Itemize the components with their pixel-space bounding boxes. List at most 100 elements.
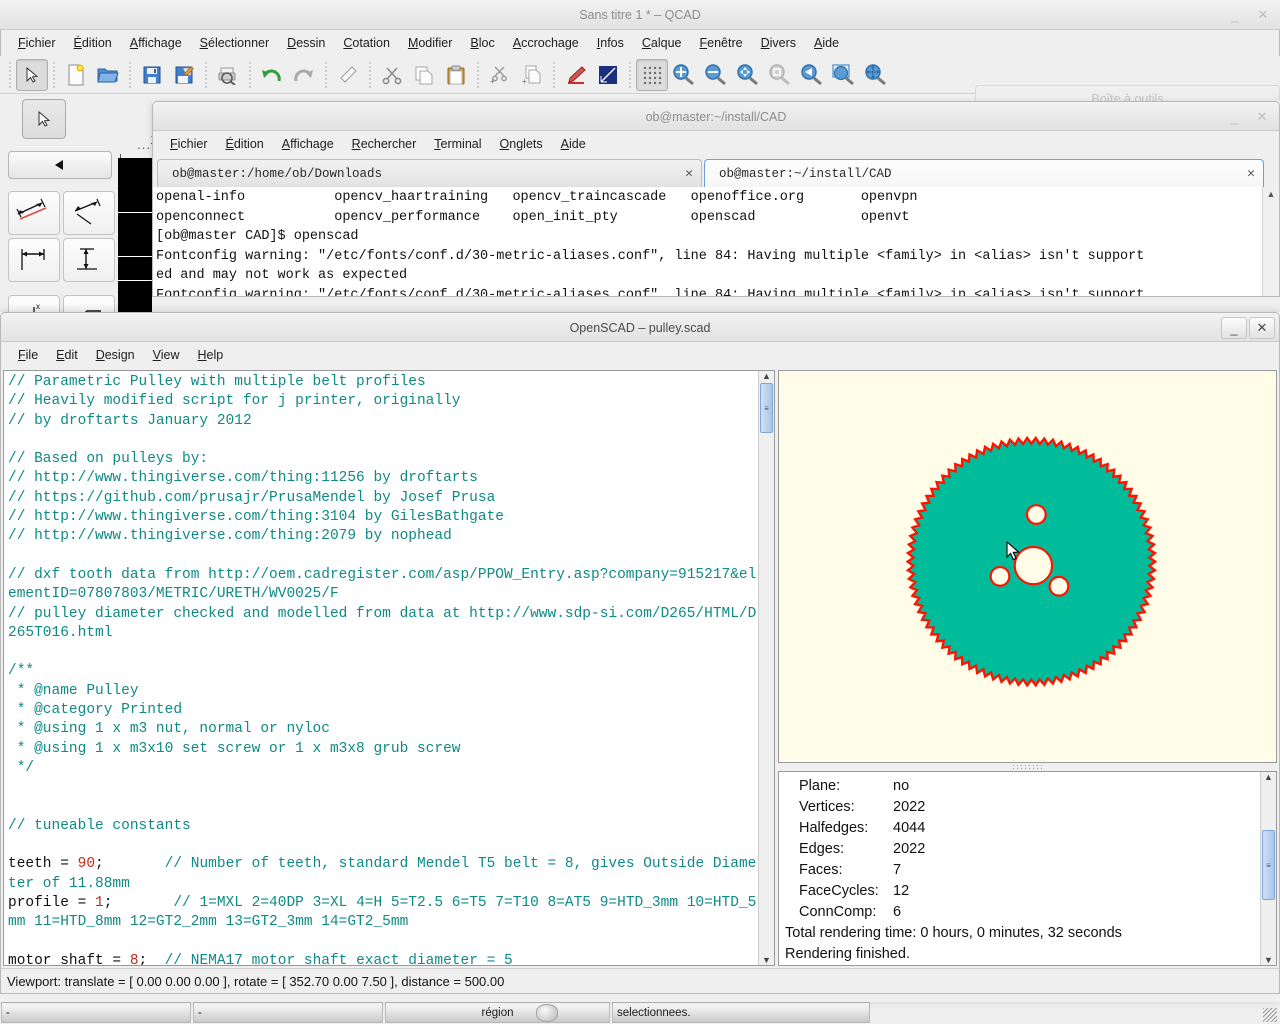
openscad-menu-file[interactable]: File bbox=[9, 345, 47, 365]
qcad-menu-aide[interactable]: Aide bbox=[805, 33, 848, 53]
status-cell-selection: selectionnees. bbox=[612, 1002, 870, 1023]
qcad-menu-cotation[interactable]: Cotation bbox=[334, 33, 399, 53]
editor-scroll-thumb[interactable]: ≡ bbox=[760, 383, 773, 433]
terminal-tab-close-icon[interactable]: ✕ bbox=[1239, 166, 1255, 181]
editor-scroll-down-icon[interactable]: ▼ bbox=[762, 955, 771, 965]
save-icon[interactable] bbox=[136, 59, 168, 91]
qcad-menu-fichier[interactable]: Fichier bbox=[9, 33, 65, 53]
console-stat-row: ConnComp:6 bbox=[785, 902, 1260, 923]
terminal-tab-1[interactable]: ob@master:~/install/CAD ✕ bbox=[704, 159, 1264, 187]
terminal-close-icon[interactable]: ✕ bbox=[1249, 106, 1275, 128]
qcad-menu-calque[interactable]: Calque bbox=[633, 33, 691, 53]
new-file-icon[interactable] bbox=[60, 59, 92, 91]
terminal-menu-onglets[interactable]: Onglets bbox=[491, 134, 552, 154]
copy-with-reference-icon[interactable]: + bbox=[516, 59, 548, 91]
tool-back-button[interactable] bbox=[8, 151, 112, 179]
terminal-tab-label: ob@master:/home/ob/Downloads bbox=[172, 167, 382, 181]
cut-with-reference-icon[interactable]: + bbox=[484, 59, 516, 91]
terminal-tab-0[interactable]: ob@master:/home/ob/Downloads ✕ bbox=[157, 159, 702, 187]
terminal-output: openal-info opencv_haartraining opencv_t… bbox=[153, 187, 1262, 296]
openscad-minimize-icon[interactable]: _ bbox=[1221, 317, 1247, 339]
editor-line: * @using 1 x m3x10 set screw or 1 x m3x8… bbox=[8, 740, 758, 759]
zoom-auto-icon[interactable] bbox=[732, 59, 764, 91]
mdi-menu-icon[interactable]: ... bbox=[137, 137, 151, 152]
openscad-menu-view[interactable]: View bbox=[144, 345, 189, 365]
qcad-menu-divers[interactable]: Divers bbox=[752, 33, 805, 53]
dimension-angular-icon[interactable] bbox=[63, 191, 115, 235]
qcad-menubar: FichierÉditionAffichageSélectionnerDessi… bbox=[0, 30, 1280, 56]
openscad-menu-design[interactable]: Design bbox=[87, 345, 144, 365]
console-scroll-thumb[interactable]: ≡ bbox=[1262, 830, 1275, 900]
terminal-menu-affichage[interactable]: Affichage bbox=[273, 134, 343, 154]
scroll-up-icon[interactable]: ▲ bbox=[1267, 189, 1276, 199]
qcad-close-icon[interactable]: ✕ bbox=[1250, 4, 1276, 26]
terminal-menu-rechercher[interactable]: Rechercher bbox=[343, 134, 426, 154]
qcad-menu-modifier[interactable]: Modifier bbox=[399, 33, 461, 53]
grid-icon[interactable] bbox=[636, 59, 668, 91]
zoom-previous-icon[interactable] bbox=[796, 59, 828, 91]
openscad-editor[interactable]: // Parametric Pulley with multiple belt … bbox=[4, 371, 758, 965]
cut-icon[interactable] bbox=[376, 59, 408, 91]
terminal-menu-fichier[interactable]: Fichier bbox=[161, 134, 217, 154]
openscad-3d-view[interactable] bbox=[778, 370, 1277, 763]
zoom-window-icon[interactable] bbox=[828, 59, 860, 91]
terminal-menu--dition[interactable]: Édition bbox=[217, 134, 273, 154]
console-finished-message: Rendering finished. bbox=[785, 944, 1260, 965]
qcad-menu-accrochage[interactable]: Accrochage bbox=[504, 33, 588, 53]
terminal-menu-aide[interactable]: Aide bbox=[552, 134, 595, 154]
editor-scroll-up-icon[interactable]: ▲ bbox=[762, 371, 771, 381]
view-console-splitter[interactable] bbox=[778, 763, 1277, 771]
terminal-tab-label: ob@master:~/install/CAD bbox=[719, 167, 892, 181]
pulley-satellite-hole-3 bbox=[1050, 577, 1069, 596]
console-total-time: Total rendering time: 0 hours, 0 minutes… bbox=[785, 923, 1260, 944]
terminal-menu-terminal[interactable]: Terminal bbox=[425, 134, 490, 154]
openscad-close-icon[interactable]: ✕ bbox=[1249, 317, 1275, 339]
resize-grip-icon[interactable] bbox=[1263, 1008, 1277, 1022]
measure-icon[interactable] bbox=[592, 59, 624, 91]
undo-icon[interactable] bbox=[256, 59, 288, 91]
qcad-menu-infos[interactable]: Infos bbox=[588, 33, 633, 53]
terminal-scrollbar[interactable]: ▲ bbox=[1262, 187, 1279, 296]
zoom-redraw-icon[interactable] bbox=[764, 59, 796, 91]
openscad-menu-help[interactable]: Help bbox=[189, 345, 233, 365]
editor-scrollbar[interactable]: ▲ ≡ ▼ bbox=[758, 371, 774, 965]
qcad-menu-affichage[interactable]: Affichage bbox=[121, 33, 191, 53]
editor-line: // Parametric Pulley with multiple belt … bbox=[8, 373, 758, 392]
qcad-menu-dessin[interactable]: Dessin bbox=[278, 33, 334, 53]
save-as-icon[interactable] bbox=[168, 59, 200, 91]
redo-icon[interactable] bbox=[288, 59, 320, 91]
console-scrollbar[interactable]: ▲ ≡ ▼ bbox=[1260, 772, 1276, 965]
pen-icon[interactable] bbox=[560, 59, 592, 91]
toolbar-separator bbox=[553, 62, 555, 88]
copy-icon[interactable] bbox=[408, 59, 440, 91]
terminal-tab-close-icon[interactable]: ✕ bbox=[677, 166, 693, 181]
openscad-menu-edit[interactable]: Edit bbox=[47, 345, 87, 365]
qcad-minimize-icon[interactable]: _ bbox=[1222, 4, 1248, 26]
paste-icon[interactable] bbox=[440, 59, 472, 91]
zoom-out-icon[interactable] bbox=[700, 59, 732, 91]
console-stat-key: Edges: bbox=[785, 839, 893, 860]
openscad-status-bar: Viewport: translate = [ 0.00 0.00 0.00 ]… bbox=[0, 968, 1280, 994]
open-folder-icon[interactable] bbox=[92, 59, 124, 91]
select-arrow-icon[interactable] bbox=[16, 59, 48, 91]
qcad-menu-fen-tre[interactable]: Fenêtre bbox=[691, 33, 752, 53]
editor-scroll-track[interactable]: ≡ bbox=[759, 381, 774, 955]
console-scroll-down-icon[interactable]: ▼ bbox=[1264, 955, 1273, 965]
qcad-menu-bloc[interactable]: Bloc bbox=[461, 33, 503, 53]
qcad-menu-s-lectionner[interactable]: Sélectionner bbox=[191, 33, 279, 53]
zoom-pan-icon[interactable] bbox=[860, 59, 892, 91]
terminal-minimize-icon[interactable]: _ bbox=[1221, 106, 1247, 128]
status-cell-1: - bbox=[1, 1002, 191, 1023]
zoom-in-icon[interactable] bbox=[668, 59, 700, 91]
tool-select-arrow-icon[interactable] bbox=[22, 99, 66, 139]
dimension-vertical-icon[interactable] bbox=[63, 238, 115, 282]
eraser-icon[interactable] bbox=[332, 59, 364, 91]
print-preview-icon[interactable] bbox=[212, 59, 244, 91]
terminal-body[interactable]: openal-info opencv_haartraining opencv_t… bbox=[152, 187, 1280, 297]
dimension-horizontal-icon[interactable] bbox=[8, 238, 60, 282]
qcad-menu--dition[interactable]: Édition bbox=[65, 33, 121, 53]
console-stat-value: 2022 bbox=[893, 839, 925, 860]
dimension-aligned-icon[interactable] bbox=[8, 191, 60, 235]
console-scroll-track[interactable]: ≡ bbox=[1261, 782, 1276, 955]
console-scroll-up-icon[interactable]: ▲ bbox=[1264, 772, 1273, 782]
